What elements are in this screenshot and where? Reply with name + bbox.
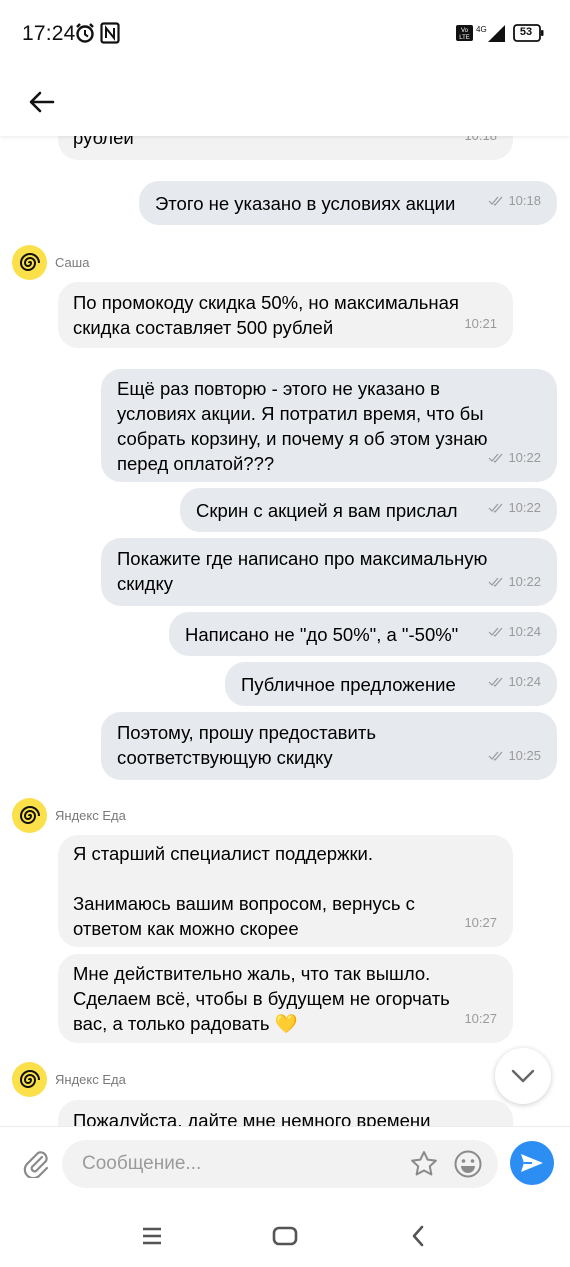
- message-meta: 10:24: [488, 619, 541, 644]
- message-text: рублей: [73, 136, 134, 148]
- paperclip-icon: [23, 1151, 49, 1178]
- double-check-icon: [489, 751, 503, 761]
- nav-menu-button[interactable]: [132, 1220, 172, 1252]
- message-time: 10:22: [508, 500, 541, 515]
- avatar-spiral-icon: [19, 805, 40, 824]
- message-time: 10:24: [508, 674, 541, 689]
- app-bar: [0, 68, 570, 136]
- nav-menu-icon: [143, 1227, 161, 1245]
- message-text: По промокоду скидка 50%, но максимальная…: [73, 292, 459, 338]
- signal-icon: 4G: [476, 24, 506, 47]
- message-meta: 10:18: [464, 136, 497, 148]
- message-time: 10:25: [508, 748, 541, 763]
- message-outgoing[interactable]: Ещё раз повторю - этого не указано в усл…: [101, 369, 557, 482]
- message-input-bar: [0, 1126, 570, 1206]
- message-time: 10:22: [508, 574, 541, 589]
- message-incoming[interactable]: Пожалуйста, дайте мне немного времени: [58, 1100, 513, 1126]
- double-check-icon: [489, 677, 503, 687]
- scroll-down-button[interactable]: [495, 1048, 551, 1104]
- avatar[interactable]: [12, 798, 47, 833]
- double-check-icon: [489, 196, 503, 206]
- message-outgoing[interactable]: Публичное предложение 10:24: [225, 662, 557, 706]
- nav-back-button[interactable]: [398, 1220, 438, 1252]
- message-meta: 10:18: [488, 188, 541, 213]
- message-text: Ещё раз повторю - этого не указано в усл…: [117, 378, 488, 474]
- avatar[interactable]: [12, 245, 47, 280]
- svg-text:4G: 4G: [476, 25, 487, 34]
- emoji-icon: [454, 1150, 482, 1178]
- message-time: 10:24: [508, 624, 541, 639]
- message-text: Написано не "до 50%", а "-50%": [185, 624, 459, 645]
- message-meta: 10:22: [488, 569, 541, 594]
- double-check-icon: [489, 577, 503, 587]
- send-icon: [521, 1154, 543, 1172]
- sticker-button[interactable]: [408, 1148, 440, 1180]
- message-meta: 10:27: [464, 910, 497, 935]
- sender-name: Яндекс Еда: [55, 808, 126, 823]
- message-incoming[interactable]: Мне действительно жаль, что так вышло. С…: [58, 954, 513, 1043]
- chat-messages[interactable]: рублей 10:18 Этого не указано в условиях…: [0, 136, 570, 1126]
- star-icon: [411, 1151, 437, 1176]
- message-input-container: [62, 1140, 498, 1188]
- svg-text:LTE: LTE: [459, 35, 470, 41]
- message-text: Мне действительно жаль, что так вышло. С…: [73, 963, 450, 1034]
- double-check-icon: [489, 627, 503, 637]
- message-text: Публичное предложение: [241, 674, 456, 695]
- back-button[interactable]: [20, 80, 64, 124]
- status-time: 17:24: [22, 22, 76, 45]
- back-arrow-icon: [29, 91, 55, 113]
- message-outgoing[interactable]: Написано не "до 50%", а "-50%" 10:24: [169, 612, 557, 656]
- message-time: 10:27: [464, 915, 497, 930]
- message-input[interactable]: [82, 1140, 392, 1188]
- message-text: Поэтому, прошу предоставить соответствую…: [117, 722, 376, 768]
- double-check-icon: [489, 503, 503, 513]
- message-time: 10:18: [508, 193, 541, 208]
- alarm-icon: [74, 22, 96, 49]
- message-text: Этого не указано в условиях акции: [155, 193, 456, 214]
- message-text: Пожалуйста, дайте мне немного времени: [73, 1110, 431, 1126]
- message-meta: 10:21: [464, 311, 497, 336]
- message-incoming[interactable]: Я старший специалист поддержки. Занимаюс…: [58, 835, 513, 947]
- nav-home-icon: [272, 1226, 298, 1246]
- sender-name: Яндекс Еда: [55, 1072, 126, 1087]
- sender-row: Саша: [12, 245, 89, 280]
- message-meta: 10:25: [488, 743, 541, 768]
- message-time: 10:22: [508, 450, 541, 465]
- message-meta: 10:22: [488, 495, 541, 520]
- emoji-button[interactable]: [452, 1148, 484, 1180]
- send-button[interactable]: [510, 1141, 554, 1185]
- message-outgoing[interactable]: Этого не указано в условиях акции 10:18: [139, 181, 557, 225]
- message-text: Покажите где написано про максимальную с…: [117, 548, 488, 594]
- message-outgoing[interactable]: Поэтому, прошу предоставить соответствую…: [101, 712, 557, 780]
- message-outgoing[interactable]: Скрин с акцией я вам прислал 10:22: [180, 488, 557, 532]
- message-text: Скрин с акцией я вам прислал: [196, 500, 458, 521]
- status-bar: 17:24 Vo LTE 4G 53: [0, 0, 570, 68]
- message-time: 10:18: [464, 136, 497, 148]
- chevron-down-icon: [511, 1069, 535, 1083]
- message-meta: 10:27: [464, 1006, 497, 1031]
- message-text: Я старший специалист поддержки. Занимаюс…: [73, 843, 415, 939]
- message-time: 10:27: [464, 1011, 497, 1026]
- message-incoming[interactable]: По промокоду скидка 50%, но максимальная…: [58, 282, 513, 348]
- volte-icon: Vo LTE: [456, 25, 473, 46]
- nav-back-icon: [412, 1225, 424, 1247]
- message-time: 10:21: [464, 316, 497, 331]
- avatar[interactable]: [12, 1062, 47, 1097]
- sender-row: Яндекс Еда: [12, 798, 126, 833]
- message-meta: 10:24: [488, 669, 541, 694]
- nfc-icon: [100, 22, 120, 49]
- message-meta: 10:22: [488, 445, 541, 470]
- message-outgoing[interactable]: Покажите где написано про максимальную с…: [101, 538, 557, 606]
- battery-level: 53: [519, 26, 533, 38]
- double-check-icon: [489, 453, 503, 463]
- avatar-spiral-icon: [19, 1069, 40, 1088]
- sender-name: Саша: [55, 255, 90, 270]
- avatar-spiral-icon: [19, 252, 40, 271]
- message-incoming[interactable]: рублей 10:18: [58, 136, 513, 160]
- sender-row: Яндекс Еда: [12, 1062, 126, 1097]
- svg-text:Vo: Vo: [461, 28, 469, 34]
- nav-home-button[interactable]: [265, 1220, 305, 1252]
- attach-button[interactable]: [18, 1145, 54, 1181]
- system-nav-bar: [0, 1206, 570, 1267]
